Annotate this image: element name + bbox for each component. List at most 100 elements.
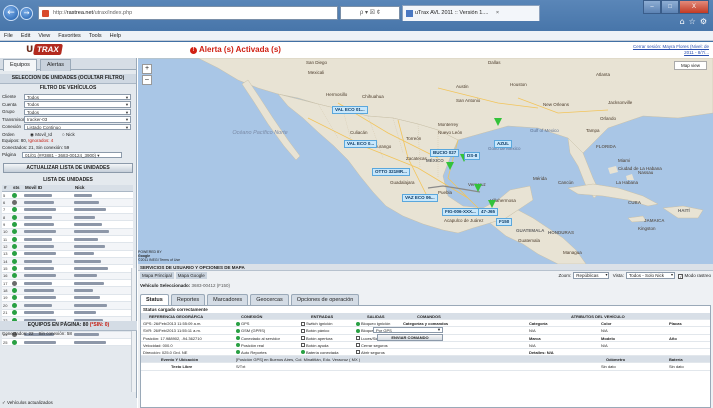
- vehicle-label[interactable]: FIG-006-XXX...: [442, 208, 479, 216]
- modo-rastreo-checkbox[interactable]: ✓: [678, 274, 684, 279]
- send-command-button[interactable]: ENVIAR COMANDO: [377, 333, 443, 341]
- address-bar[interactable]: http://rastrea.net/utrax/index.php: [38, 6, 338, 20]
- tab-marcadores[interactable]: Marcadores: [207, 294, 249, 305]
- redacted-text: [74, 267, 108, 271]
- close-session-link[interactable]: Cerrar sesión: Mayra Flores (Nivel: de 20…: [633, 44, 709, 55]
- orden-nick-radio[interactable]: ○ Nick: [62, 132, 75, 137]
- unit-row[interactable]: 11: [2, 235, 133, 244]
- unit-nick: [73, 228, 133, 237]
- gear-icon[interactable]: ⚙: [700, 17, 707, 26]
- update-units-button[interactable]: ACTUALIZAR LISTA DE UNIDADES: [3, 162, 133, 173]
- star-icon[interactable]: ☆: [689, 17, 696, 26]
- filter-pagina: Página 01/01 (##3881 - 3683-00124_3900) ▾: [0, 151, 136, 159]
- vehicle-label[interactable]: BUCIO 027: [430, 149, 460, 157]
- zoom-in-button[interactable]: +: [142, 64, 152, 74]
- map-label: San Antonio: [456, 98, 481, 103]
- tab-geocercas[interactable]: Geocercas: [250, 294, 289, 305]
- map-main-tab[interactable]: Mapa Principal: [140, 272, 174, 279]
- transmisor-select[interactable]: Iracker-03 ▼: [24, 116, 131, 123]
- cliente-select[interactable]: Todos ▼: [24, 93, 131, 100]
- map-label: Acapulco de Juárez: [444, 218, 484, 223]
- home-icon[interactable]: ⌂: [680, 17, 685, 26]
- map-label: MÉXICO: [426, 158, 444, 163]
- address-tools[interactable]: ρ ▾ ☒ ¢: [340, 6, 400, 20]
- map-label: Torreón: [406, 136, 422, 141]
- tab-alertas[interactable]: Alertas: [39, 59, 72, 71]
- vehicle-marker-icon[interactable]: [446, 162, 454, 170]
- vehicle-label[interactable]: 47-J65: [478, 208, 499, 216]
- zoom-select[interactable]: Repúblicas: [573, 272, 610, 279]
- forward-button[interactable]: →: [20, 7, 33, 20]
- vehicle-marker-icon[interactable]: [474, 184, 482, 192]
- unit-row[interactable]: 6: [2, 198, 133, 207]
- unit-movil-id: [23, 264, 73, 273]
- vehicle-label[interactable]: DS-8: [464, 152, 481, 160]
- status-grid-header: REFERENCIA GEOGRÁFICA CONEXIÓN ENTRADAS …: [141, 313, 710, 321]
- vehicle-label[interactable]: VAZ ECO 06...: [402, 194, 438, 202]
- cuenta-select[interactable]: Todos ▼: [24, 101, 131, 108]
- command-select[interactable]: Por GPS ▼: [373, 326, 443, 333]
- tab-equipos[interactable]: Equipos: [3, 59, 37, 71]
- menu-file[interactable]: File: [0, 31, 17, 41]
- tab-reportes[interactable]: Reportes: [170, 294, 206, 305]
- menu-help[interactable]: Help: [106, 31, 125, 41]
- unit-row[interactable]: 12: [2, 242, 133, 251]
- unit-row[interactable]: 15: [2, 264, 133, 273]
- unit-row[interactable]: 18: [2, 286, 133, 295]
- grupo-select[interactable]: Todos ▼: [24, 108, 131, 115]
- back-button[interactable]: ←: [3, 5, 19, 21]
- conexion-select[interactable]: Listado Continuo ▼: [24, 123, 131, 130]
- tab-opciones[interactable]: Opciones de operación: [290, 294, 360, 305]
- map-view[interactable]: + – Map view Océano Pacífico Norte San D…: [138, 58, 713, 264]
- unit-row[interactable]: 17: [2, 279, 133, 288]
- zoom-out-button[interactable]: –: [142, 75, 152, 85]
- unit-row[interactable]: 10: [2, 228, 133, 237]
- status-row: Posición: 17.988902, -94.362710 Conectad…: [141, 333, 710, 342]
- vehicle-label[interactable]: AZUL: [494, 140, 512, 148]
- redacted-text: [74, 281, 104, 285]
- unit-row[interactable]: 9: [2, 220, 133, 229]
- unit-row[interactable]: 19: [2, 294, 133, 303]
- unit-row[interactable]: 21: [2, 309, 133, 317]
- unit-row[interactable]: 5: [2, 191, 133, 200]
- minimize-button[interactable]: –: [643, 0, 661, 14]
- menu-tools[interactable]: Tools: [85, 31, 106, 41]
- unit-row[interactable]: 20: [2, 301, 133, 310]
- vista-select[interactable]: Todos - Solo Nick: [625, 272, 675, 279]
- unit-nick: [73, 286, 133, 295]
- vehicle-label[interactable]: VAL ECO 0...: [344, 140, 378, 148]
- selection-header[interactable]: SELECCION DE UNIDADES (OCULTAR FILTRO): [0, 74, 136, 84]
- tab-status[interactable]: Status: [140, 294, 169, 305]
- menu-view[interactable]: View: [34, 31, 54, 41]
- map-google-tab[interactable]: Mapa Google: [175, 272, 207, 279]
- browser-tab-utrax[interactable]: uTrax AVL 2011 :: Versión 1.... ×: [402, 5, 540, 21]
- unit-movil-id: [23, 309, 73, 317]
- pagina-select[interactable]: 01/01 (##3881 - 3683-00124_3900) ▾: [22, 151, 122, 158]
- vehicle-label[interactable]: VAL ECO 01...: [332, 106, 368, 114]
- map-type-button[interactable]: Map view: [673, 61, 707, 70]
- vehicle-label[interactable]: OTTO 321MR...: [372, 168, 410, 176]
- unit-row[interactable]: 16: [2, 272, 133, 281]
- vehicle-label[interactable]: F150: [496, 218, 513, 226]
- col-nick[interactable]: Nick: [73, 184, 133, 192]
- vehicle-marker-icon[interactable]: [494, 118, 502, 126]
- unit-row[interactable]: 7: [2, 206, 133, 215]
- vehicle-marker-icon[interactable]: [488, 200, 496, 208]
- menu-edit[interactable]: Edit: [17, 31, 34, 41]
- unit-row[interactable]: 8: [2, 213, 133, 222]
- col-movil-id[interactable]: Movil ID: [23, 184, 73, 192]
- map-terms-link[interactable]: ©2011 INEGI Terms of Use: [138, 258, 180, 262]
- status-dot-icon: [12, 207, 17, 213]
- menu-favorites[interactable]: Favorites: [54, 31, 85, 41]
- unit-row[interactable]: 13: [2, 250, 133, 259]
- unit-status-cell: [11, 338, 23, 347]
- alert-link[interactable]: ! Alerta (s) Activada (s): [190, 45, 281, 54]
- filter-cuenta: Cuenta Todos ▼: [2, 101, 131, 108]
- unit-row[interactable]: 14: [2, 257, 133, 266]
- unit-row[interactable]: 25: [2, 338, 133, 347]
- close-window-button[interactable]: X: [679, 0, 709, 14]
- tab-close-button[interactable]: ×: [496, 10, 499, 16]
- maximize-button[interactable]: □: [661, 0, 679, 14]
- orden-movil-radio[interactable]: ◉ Movil_Id: [30, 132, 52, 138]
- services-header: SERVICIOS DE USUARIO Y OPCIONES DE MAPA: [138, 264, 713, 271]
